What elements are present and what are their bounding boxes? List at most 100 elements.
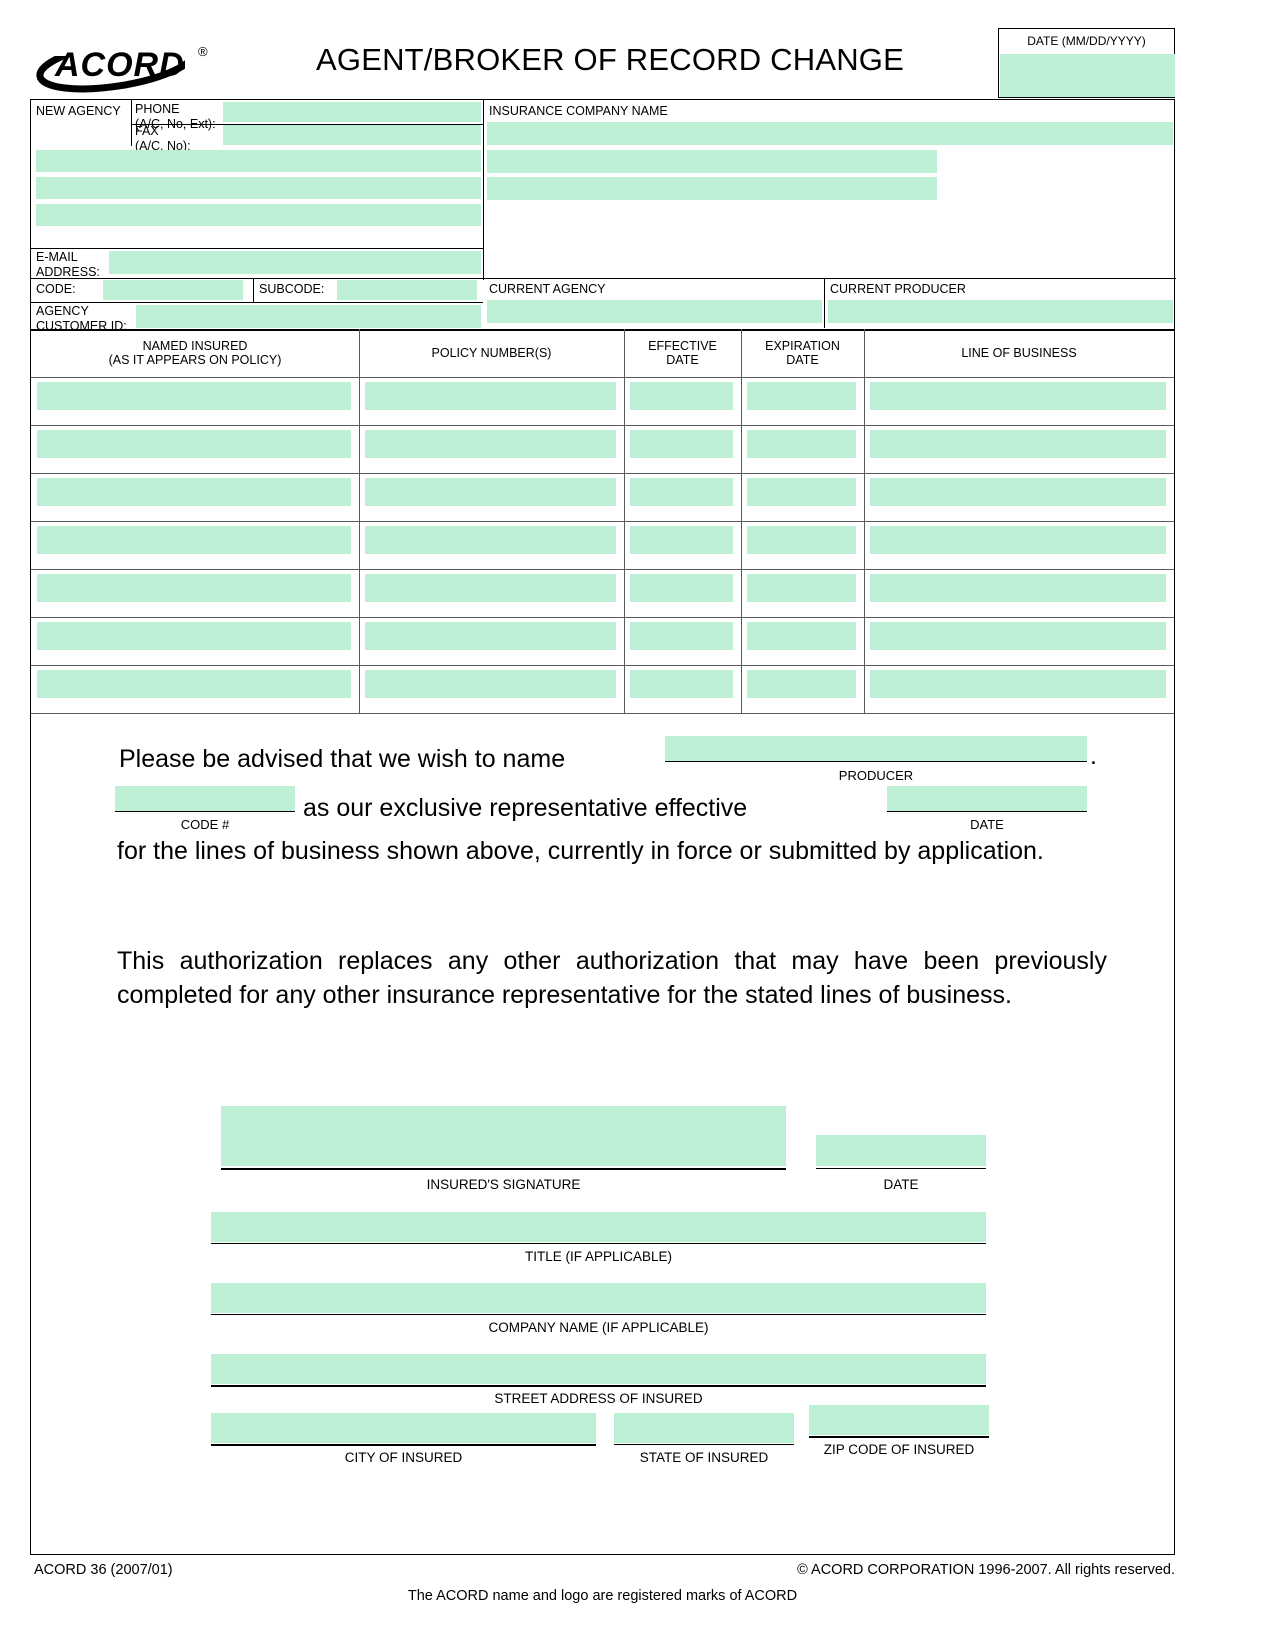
cell-named-insured-input[interactable] — [37, 670, 351, 698]
email-divider — [31, 248, 483, 250]
cell-named-insured-input[interactable] — [37, 526, 351, 554]
statement-paragraph2: This authorization replaces any other au… — [117, 947, 1107, 1009]
company-name-rule — [211, 1314, 986, 1316]
cell-line-of-business-input[interactable] — [870, 526, 1166, 554]
cell-line-of-business-input[interactable] — [870, 382, 1166, 410]
cell-expiration-date-input[interactable] — [747, 526, 856, 554]
cell-expiration-date-input[interactable] — [747, 574, 856, 602]
header-date-input[interactable] — [1000, 54, 1175, 97]
insured-signature-label: INSURED'S SIGNATURE — [426, 1177, 581, 1192]
cell-policy-number-input[interactable] — [365, 670, 616, 698]
producer-input[interactable] — [665, 736, 1087, 762]
cell-effective-date-input[interactable] — [630, 382, 733, 410]
fax-input[interactable] — [223, 125, 481, 145]
table-column-header-1: NAMED INSURED (AS IT APPEARS ON POLICY) — [31, 329, 359, 377]
signature-date-rule — [816, 1168, 986, 1170]
table-row — [31, 521, 1174, 569]
column-header-line2: DATE — [666, 353, 699, 367]
table-column-header-4: EXPIRATION DATE — [741, 329, 864, 377]
city-rule — [211, 1444, 596, 1446]
statement-period: . — [1090, 742, 1097, 770]
cell-named-insured-input[interactable] — [37, 574, 351, 602]
cell-line-of-business-input[interactable] — [870, 622, 1166, 650]
cell-effective-date-input[interactable] — [630, 478, 733, 506]
current-producer-input[interactable] — [828, 300, 1173, 323]
street-address-rule — [211, 1385, 986, 1387]
page-title: AGENT/BROKER OF RECORD CHANGE — [316, 42, 904, 77]
current-agency-label: CURRENT AGENCY — [489, 282, 606, 296]
zip-rule — [809, 1436, 989, 1438]
cell-effective-date-input[interactable] — [630, 430, 733, 458]
cell-effective-date-input[interactable] — [630, 574, 733, 602]
producer-code-input[interactable] — [115, 786, 295, 812]
insured-signature-input[interactable] — [221, 1106, 786, 1166]
title-input[interactable] — [211, 1212, 986, 1242]
effective-date-input[interactable] — [887, 786, 1087, 812]
cell-named-insured-input[interactable] — [37, 430, 351, 458]
agency-customer-id-input[interactable] — [136, 305, 481, 328]
acord-logo-icon: ACORD ® — [35, 34, 225, 93]
cell-expiration-date-input[interactable] — [747, 670, 856, 698]
email-input[interactable] — [109, 251, 481, 274]
code-subcode-row: CODE: SUBCODE: CURRENT AGENCY CURRENT PR… — [31, 278, 1176, 328]
new-agency-vertical-rule — [131, 100, 133, 146]
effective-date-label: DATE — [970, 817, 1004, 832]
cell-expiration-date-input[interactable] — [747, 478, 856, 506]
title-rule — [211, 1243, 986, 1245]
acord-logo: ACORD ® — [35, 34, 225, 94]
table-header-rule — [31, 377, 1174, 379]
cell-effective-date-input[interactable] — [630, 622, 733, 650]
cell-policy-number-input[interactable] — [365, 622, 616, 650]
code-input[interactable] — [103, 280, 243, 300]
cell-line-of-business-input[interactable] — [870, 430, 1166, 458]
street-address-label: STREET ADDRESS OF INSURED — [494, 1391, 703, 1406]
column-header-line1: EFFECTIVE — [648, 339, 717, 353]
signature-date-input[interactable] — [816, 1135, 986, 1166]
agency-address-line1-input[interactable] — [36, 150, 481, 172]
cell-policy-number-input[interactable] — [365, 574, 616, 602]
cell-policy-number-input[interactable] — [365, 430, 616, 458]
insurance-company-name-input[interactable] — [487, 122, 1173, 145]
statement-line3: for the lines of business shown above, c… — [117, 837, 1044, 865]
company-name-input[interactable] — [211, 1283, 986, 1313]
fax-label-line1: FAX — [135, 124, 159, 138]
cell-effective-date-input[interactable] — [630, 670, 733, 698]
subcode-input[interactable] — [337, 280, 477, 300]
agency-customer-id-label: AGENCY CUSTOMER ID: — [36, 305, 127, 332]
current-producer-label: CURRENT PRODUCER — [830, 282, 966, 296]
city-input[interactable] — [211, 1413, 596, 1443]
agency-address-line3-input[interactable] — [36, 204, 481, 226]
cell-expiration-date-input[interactable] — [747, 430, 856, 458]
state-input[interactable] — [614, 1413, 794, 1443]
cell-named-insured-input[interactable] — [37, 478, 351, 506]
table-row — [31, 425, 1174, 473]
cell-policy-number-input[interactable] — [365, 382, 616, 410]
company-name-label: COMPANY NAME (IF APPLICABLE) — [488, 1320, 709, 1335]
cell-line-of-business-input[interactable] — [870, 574, 1166, 602]
cell-effective-date-input[interactable] — [630, 526, 733, 554]
phone-input[interactable] — [223, 102, 481, 122]
table-column-header-5: LINE OF BUSINESS — [864, 329, 1174, 377]
cell-expiration-date-input[interactable] — [747, 622, 856, 650]
cell-policy-number-input[interactable] — [365, 478, 616, 506]
producer-code-label: CODE # — [180, 817, 230, 832]
cell-expiration-date-input[interactable] — [747, 382, 856, 410]
subcode-label: SUBCODE: — [259, 282, 325, 296]
insurance-company-line3-input[interactable] — [487, 177, 937, 200]
header-date-label: DATE (MM/DD/YYYY) — [1027, 34, 1146, 48]
column-header-line1: EXPIRATION — [765, 339, 840, 353]
header-date-box: DATE (MM/DD/YYYY) — [998, 28, 1175, 98]
cell-named-insured-input[interactable] — [37, 382, 351, 410]
cell-named-insured-input[interactable] — [37, 622, 351, 650]
zip-input[interactable] — [809, 1405, 989, 1435]
current-agency-input[interactable] — [487, 300, 822, 323]
cell-policy-number-input[interactable] — [365, 526, 616, 554]
table-row — [31, 569, 1174, 617]
agency-address-line2-input[interactable] — [36, 177, 481, 199]
title-label: TITLE (IF APPLICABLE) — [524, 1249, 673, 1264]
cell-line-of-business-input[interactable] — [870, 478, 1166, 506]
cell-line-of-business-input[interactable] — [870, 670, 1166, 698]
insurance-company-line2-input[interactable] — [487, 150, 937, 173]
street-address-input[interactable] — [211, 1354, 986, 1384]
form-body-frame: NEW AGENCY PHONE (A/C, No, Ext): FAX (A/… — [30, 99, 1176, 1555]
